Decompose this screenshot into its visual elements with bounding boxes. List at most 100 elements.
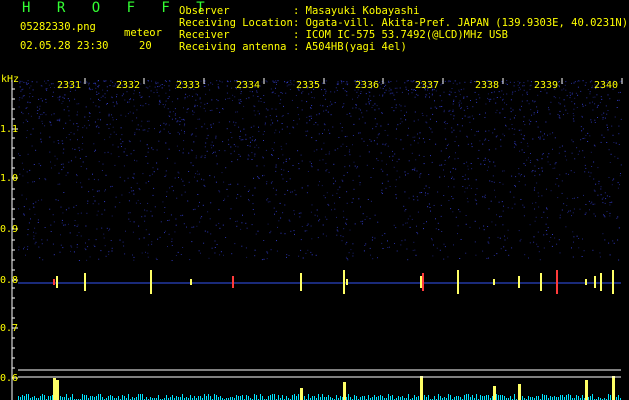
noise-pixel — [52, 83, 54, 85]
noise-pixel — [448, 157, 450, 159]
noise-pixel — [380, 168, 382, 170]
noise-pixel — [494, 165, 496, 167]
noise-pixel — [317, 184, 319, 186]
hist-bar — [568, 394, 569, 400]
hist-bar — [308, 394, 309, 400]
noise-pixel — [557, 197, 559, 199]
noise-pixel — [612, 240, 614, 242]
noise-pixel — [470, 163, 472, 164]
noise-pixel — [273, 81, 275, 83]
noise-pixel — [253, 125, 255, 127]
noise-pixel — [384, 130, 386, 131]
noise-pixel — [41, 113, 43, 115]
noise-pixel — [520, 175, 521, 177]
noise-pixel — [96, 94, 98, 95]
noise-pixel — [603, 136, 605, 138]
noise-pixel — [397, 124, 399, 126]
noise-pixel — [183, 148, 184, 150]
noise-pixel — [33, 164, 35, 165]
noise-pixel — [137, 199, 139, 201]
noise-pixel — [410, 144, 412, 146]
noise-pixel — [370, 100, 372, 102]
noise-pixel — [618, 92, 620, 94]
noise-pixel — [157, 86, 159, 88]
noise-pixel — [449, 90, 451, 92]
noise-pixel — [236, 197, 238, 199]
noise-pixel — [27, 248, 28, 250]
hist-bar — [166, 395, 167, 400]
noise-pixel — [265, 149, 267, 151]
noise-pixel — [418, 137, 420, 139]
noise-pixel — [200, 252, 201, 254]
noise-pixel — [354, 165, 356, 167]
noise-pixel — [488, 208, 490, 210]
noise-pixel — [174, 231, 176, 233]
noise-pixel — [381, 160, 383, 162]
noise-pixel — [471, 168, 473, 170]
noise-pixel — [430, 155, 431, 157]
noise-pixel — [76, 181, 78, 183]
noise-pixel — [257, 230, 259, 232]
noise-pixel — [405, 174, 406, 176]
hist-bar — [464, 395, 465, 400]
noise-pixel — [308, 115, 310, 117]
header-panel: H R O F F T 05282330.png 02.05.28 23:30 … — [0, 0, 629, 78]
noise-pixel — [365, 103, 367, 105]
noise-pixel — [46, 89, 48, 91]
noise-pixel — [584, 84, 586, 86]
noise-pixel — [229, 218, 231, 220]
noise-pixel — [515, 115, 516, 116]
noise-pixel — [232, 100, 233, 101]
noise-pixel — [240, 130, 241, 132]
noise-pixel — [60, 234, 61, 236]
noise-pixel — [537, 231, 539, 233]
noise-pixel — [444, 80, 446, 82]
noise-pixel — [580, 90, 582, 92]
noise-pixel — [287, 81, 289, 83]
noise-pixel — [124, 148, 126, 150]
noise-pixel — [116, 96, 117, 98]
noise-pixel — [546, 188, 547, 190]
noise-pixel — [215, 224, 217, 226]
noise-pixel — [211, 147, 213, 149]
hist-bar — [496, 394, 497, 400]
noise-pixel — [561, 192, 563, 194]
noise-pixel — [165, 123, 167, 125]
noise-pixel — [205, 93, 207, 95]
noise-pixel — [589, 102, 591, 104]
noise-pixel — [94, 121, 96, 123]
hist-bar — [128, 394, 129, 400]
noise-pixel — [188, 181, 190, 183]
noise-pixel — [483, 229, 485, 231]
noise-pixel — [553, 96, 555, 98]
noise-pixel — [577, 86, 579, 88]
noise-pixel — [281, 92, 283, 94]
hist-bar — [110, 395, 111, 400]
noise-pixel — [592, 203, 594, 205]
noise-pixel — [309, 161, 311, 163]
noise-pixel — [593, 161, 595, 163]
noise-pixel — [286, 82, 288, 84]
noise-pixel — [458, 145, 460, 147]
noise-pixel — [425, 94, 427, 96]
meteor-echo — [420, 276, 422, 288]
noise-pixel — [264, 122, 266, 124]
noise-pixel — [474, 134, 476, 136]
noise-pixel — [493, 91, 495, 93]
meteor-echo — [457, 270, 459, 294]
meteor-echo — [53, 279, 55, 285]
noise-pixel — [572, 198, 574, 199]
noise-pixel — [346, 202, 348, 204]
noise-pixel — [286, 256, 287, 258]
hist-bar — [418, 396, 419, 400]
noise-pixel — [400, 105, 402, 107]
noise-pixel — [272, 91, 274, 93]
noise-pixel — [273, 142, 275, 144]
noise-pixel — [444, 175, 445, 177]
noise-pixel — [406, 80, 408, 82]
hist-bar — [198, 396, 199, 400]
noise-pixel — [27, 182, 29, 184]
noise-pixel — [349, 149, 351, 151]
noise-pixel — [175, 118, 177, 120]
noise-pixel — [45, 179, 47, 181]
